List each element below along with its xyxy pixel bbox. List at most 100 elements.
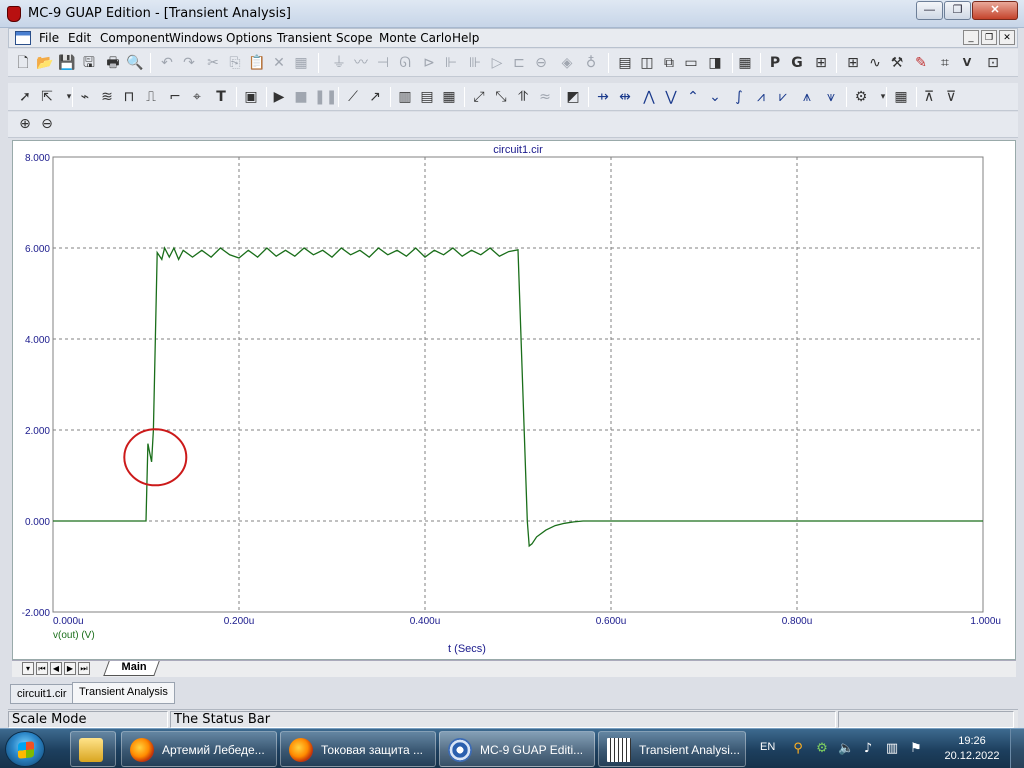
first-sheet-icon[interactable]: ▾	[22, 662, 34, 675]
switch-icon[interactable]: ⊏	[510, 54, 528, 72]
save-icon[interactable]: 💾	[58, 54, 76, 72]
taskbar-firefox-1[interactable]: Артемий Лебеде...	[121, 731, 277, 767]
menu-transient[interactable]: Transient	[277, 31, 332, 45]
last-icon[interactable]: ⏭	[78, 662, 90, 675]
pulse-icon[interactable]: ⎍	[142, 88, 160, 106]
resistor-icon[interactable]: 〰	[352, 54, 370, 72]
trace-on-icon[interactable]: ⊼	[920, 88, 938, 106]
cursor-right-icon[interactable]: ⇹	[616, 88, 634, 106]
new-file-icon[interactable]: 🗋	[14, 54, 32, 72]
title-bar[interactable]: MC-9 GUAP Edition - [Transient Analysis]…	[0, 0, 1024, 28]
run-icon[interactable]: ▶	[270, 88, 288, 106]
plot-properties-icon[interactable]: ⚙	[852, 88, 870, 106]
show-desktop-button[interactable]	[1010, 729, 1024, 768]
mdi-restore-button[interactable]: ❐	[981, 30, 997, 45]
plot-area[interactable]: -2.000 0.000 2.000 4.000 6.000 8.000 0.000u 0.…	[12, 140, 1016, 660]
menu-scope[interactable]: Scope	[336, 31, 373, 45]
paste-icon[interactable]: 📋	[248, 54, 266, 72]
redo-icon[interactable]: ↷	[180, 54, 198, 72]
print-icon[interactable]: 🖶	[104, 54, 122, 72]
start-button[interactable]	[5, 731, 45, 767]
select-all-icon[interactable]: ▦	[292, 54, 310, 72]
inflection-icon[interactable]: ∫	[730, 88, 748, 106]
zoom-in-icon[interactable]: ⊕	[16, 115, 34, 133]
minimize-button[interactable]: —	[916, 1, 943, 20]
v-out-trace[interactable]	[53, 246, 983, 548]
tab-circuit1[interactable]: circuit1.cir	[10, 684, 74, 704]
copy-icon[interactable]: ⎘	[226, 54, 244, 72]
language-indicator[interactable]: EN	[760, 741, 775, 753]
battery-icon[interactable]: ⊩	[442, 54, 460, 72]
grid-toggle-icon[interactable]: ▦	[440, 88, 458, 106]
waveform-icon[interactable]: ∿	[866, 54, 884, 72]
node-icon[interactable]: ◈	[558, 54, 576, 72]
trace-off-icon[interactable]: ⊽	[942, 88, 960, 106]
network-icon[interactable]: ▥	[884, 741, 900, 757]
speaker-icon[interactable]: ♪	[860, 741, 876, 757]
wave-scale-icon[interactable]: ≋	[98, 88, 116, 106]
menu-windows[interactable]: Windows	[169, 31, 223, 45]
low-icon[interactable]: ⌄	[706, 88, 724, 106]
calculator-icon[interactable]: ▦	[736, 54, 754, 72]
inductor-icon[interactable]: ᘏ	[396, 54, 414, 72]
search-icon[interactable]: ⚲	[790, 741, 806, 757]
transient-plot[interactable]: -2.0000.0002.0004.0006.0008.000 0.000u 0.…	[13, 141, 1015, 659]
arrow-line-icon[interactable]: ↗	[366, 88, 384, 106]
tools-icon[interactable]: ⚒	[888, 54, 906, 72]
tokens-icon[interactable]: ▤	[418, 88, 436, 106]
source-icon[interactable]: ⊖	[532, 54, 550, 72]
global-low-icon[interactable]: ⩗	[774, 88, 792, 106]
vd-icon[interactable]: V	[958, 54, 976, 72]
horizontal-tag-icon[interactable]: ⌖	[188, 88, 206, 106]
scope-icon[interactable]: ⌗	[936, 54, 954, 72]
wave-icon[interactable]: ≈	[536, 88, 554, 106]
volume-icon[interactable]: 🔈	[838, 741, 854, 757]
bottom-icon[interactable]: ⩛	[822, 88, 840, 106]
mdi-minimize-button[interactable]: _	[963, 30, 979, 45]
close-button[interactable]: ✕	[972, 1, 1018, 20]
select-pointer-icon[interactable]: ➚	[16, 88, 34, 106]
antivirus-icon[interactable]: ⚙	[814, 741, 830, 757]
menu-edit[interactable]: Edit	[68, 31, 91, 45]
line-icon[interactable]: ⟋	[344, 88, 362, 106]
p-key-icon[interactable]: P	[766, 54, 784, 72]
taskbar-explorer[interactable]	[70, 731, 116, 767]
cascade-icon[interactable]: ⧉	[660, 54, 678, 72]
probe-icon[interactable]: ♁	[582, 54, 600, 72]
taskbar-transient[interactable]: Transient Analysi...	[598, 731, 746, 767]
zoom-out-icon[interactable]: ⊖	[38, 115, 56, 133]
transistor-icon[interactable]: ⊪	[466, 54, 484, 72]
menu-monte-carlo[interactable]: Monte Carlo	[379, 31, 452, 45]
restore-button[interactable]: ❐	[944, 1, 971, 20]
zoom-fit-icon[interactable]: ⊡	[984, 54, 1002, 72]
high-icon[interactable]: ⌃	[684, 88, 702, 106]
open-folder-icon[interactable]: 📂	[36, 54, 54, 72]
cursor-left-icon[interactable]: ⇸	[594, 88, 612, 106]
tab-transient-analysis[interactable]: Transient Analysis	[72, 682, 175, 704]
undo-icon[interactable]: ↶	[158, 54, 176, 72]
diode-icon[interactable]: ⊳	[420, 54, 438, 72]
point-tag-icon[interactable]: ⌐	[166, 88, 184, 106]
cursor-mode-icon[interactable]: ⤢	[470, 88, 488, 106]
select-mode-icon[interactable]: ⇱	[38, 88, 56, 106]
peak-icon[interactable]: ⋀	[640, 88, 658, 106]
top-icon[interactable]: ⩚	[798, 88, 816, 106]
g-key-icon[interactable]: G	[788, 54, 806, 72]
menu-file[interactable]: File	[39, 31, 59, 45]
grid-icon[interactable]: ⊞	[844, 54, 862, 72]
print-preview-icon[interactable]: 🔍	[126, 54, 144, 72]
clock[interactable]: 19:26 20.12.2022	[944, 734, 1000, 764]
delete-icon[interactable]: ✕	[270, 54, 288, 72]
valley-icon[interactable]: ⋁	[662, 88, 680, 106]
mdi-close-button[interactable]: ✕	[999, 30, 1015, 45]
document-icon[interactable]	[15, 31, 31, 45]
taskbar-firefox-2[interactable]: Токовая защита ...	[280, 731, 436, 767]
save-all-icon[interactable]: 🖫	[80, 54, 98, 72]
global-high-icon[interactable]: ⩘	[752, 88, 770, 106]
first-icon[interactable]: ⏮	[36, 662, 48, 675]
taskbar-microcap[interactable]: MC-9 GUAP Editi...	[439, 731, 595, 767]
stop-icon[interactable]: ■	[292, 88, 310, 106]
numeric-output-icon[interactable]: ▦	[892, 88, 910, 106]
microcap-app-icon[interactable]	[7, 6, 21, 22]
capacitor-icon[interactable]: ⊣	[374, 54, 392, 72]
